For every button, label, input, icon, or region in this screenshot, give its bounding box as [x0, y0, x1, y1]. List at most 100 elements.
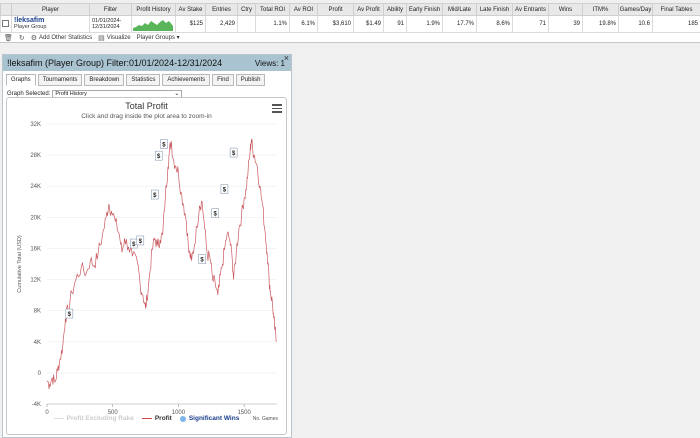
column-header[interactable]: Av ROI: [289, 3, 318, 16]
profit-history-cell[interactable]: [131, 15, 176, 33]
late-finish-cell: 8.6%: [476, 15, 513, 33]
add-stats-label: Add Other Statistics: [39, 34, 93, 41]
legend-label: Profit: [154, 415, 172, 422]
player-groups-label: Player Groups ▾: [136, 35, 180, 41]
refresh-icon[interactable]: ↻: [19, 34, 25, 42]
column-header[interactable]: Av Profit: [353, 3, 384, 16]
column-header[interactable]: Profit History: [131, 3, 176, 16]
av-roi-cell: 6.1%: [289, 15, 318, 33]
legend-label: Significant Wins: [188, 415, 240, 422]
legend-line: [53, 417, 64, 420]
column-header[interactable]: Av Entrants: [512, 3, 549, 16]
close-icon[interactable]: ×: [284, 53, 289, 63]
table-row[interactable]: !leksafim Player Group 01/01/2024- 12/31…: [0, 15, 700, 33]
y-axis-label: Cumulative Total (USD): [17, 235, 23, 293]
player-group: Player Group: [14, 24, 47, 30]
y-tick-label: 8K: [34, 309, 41, 315]
column-header[interactable]: Ability: [383, 3, 407, 16]
column-header[interactable]: Late Finish: [476, 3, 513, 16]
tab-tournaments[interactable]: Tournaments: [37, 74, 83, 86]
panel-tabs: Graphs Tournaments Breakdown Statistics Achi…: [3, 71, 291, 87]
entries-cell: 2,429: [205, 15, 238, 33]
y-tick-label: -4K: [32, 402, 41, 408]
x-axis-label: No. Games: [252, 416, 278, 422]
column-header[interactable]: ITM%: [582, 3, 619, 16]
y-tick-label: 4K: [34, 340, 41, 346]
filter-end: 12/31/2024: [92, 24, 120, 30]
column-header[interactable]: Filter: [89, 3, 132, 16]
player-groups-button[interactable]: Player Groups ▾: [137, 34, 180, 41]
mid-late-cell: 17.7%: [442, 15, 477, 33]
tab-graphs[interactable]: Graphs: [6, 74, 36, 86]
visualize-icon: ▤: [98, 34, 105, 42]
significant-win-marker[interactable]: $: [151, 189, 159, 200]
player-panel: × !leksafim (Player Group) Filter:01/01/…: [2, 53, 292, 438]
table-toolbar: 🗑 ↻ ⚙ Add Other Statistics ▤ Visualize Pla…: [0, 33, 700, 42]
significant-win-marker[interactable]: $: [220, 184, 229, 194]
tab-statistics[interactable]: Statistics: [126, 74, 161, 86]
final-tables-cell: 185: [652, 15, 700, 33]
add-stats-icon: ⚙: [30, 34, 38, 42]
legend-dot: [179, 415, 186, 422]
significant-win-marker[interactable]: $: [160, 139, 168, 149]
ctry-cell: [237, 15, 256, 33]
panel-header: !leksafim (Player Group) Filter:01/01/20…: [3, 55, 291, 71]
legend-label: Profit Excluding Rake: [66, 415, 134, 422]
wins-cell: 39: [548, 15, 583, 33]
column-header[interactable]: Games/Day: [618, 3, 653, 16]
y-tick-label: 28K: [30, 153, 41, 159]
y-tick-label: 32K: [30, 122, 41, 128]
legend-line: [141, 417, 152, 420]
tab-achievements[interactable]: Achievements: [162, 74, 211, 86]
significant-win-marker[interactable]: $: [129, 238, 138, 249]
column-header[interactable]: Entries: [205, 3, 238, 16]
ability-cell: 91: [383, 15, 407, 33]
significant-win-marker[interactable]: $: [65, 308, 74, 319]
legend-item-profit-excl-rake[interactable]: Profit Excluding Rake: [53, 415, 134, 422]
tab-find[interactable]: Find: [212, 74, 234, 86]
column-header[interactable]: Av Stake: [175, 3, 206, 16]
chart-container[interactable]: Total Profit Click and drag inside the p…: [6, 97, 287, 435]
chart-legend: Profit Excluding Rake Profit Significant…: [7, 415, 286, 422]
tab-breakdown[interactable]: Breakdown: [84, 74, 125, 86]
tab-publish[interactable]: Publish: [235, 74, 266, 86]
trash-icon[interactable]: 🗑: [4, 34, 13, 42]
significant-win-marker[interactable]: $: [198, 254, 206, 264]
legend-item-profit[interactable]: Profit: [141, 415, 172, 422]
filter-cell: 01/01/2024- 12/31/2024: [89, 15, 132, 33]
column-header[interactable]: Mid/Late: [442, 3, 477, 16]
column-header[interactable]: Early Finish: [406, 3, 443, 16]
profit-plot[interactable]: -4K04K8K12K16K20K24K28K32K0 500 1000 1500Cu…: [7, 98, 288, 436]
row-checkbox[interactable]: [1, 19, 9, 27]
column-header[interactable]: Final Tables: [652, 3, 700, 16]
profit-cell: $3,610: [317, 15, 354, 33]
early-finish-cell: 1.9%: [406, 15, 443, 33]
chevron-down-icon: ⌄: [174, 91, 180, 97]
series-line-profit[interactable]: [46, 138, 277, 390]
column-header[interactable]: Player: [11, 3, 90, 16]
significant-win-marker[interactable]: $: [211, 208, 219, 218]
visualize-button[interactable]: ▤ Visualize: [98, 34, 131, 42]
panel-title: !leksafim (Player Group) Filter:01/01/20…: [7, 58, 223, 68]
significant-win-marker[interactable]: $: [136, 235, 145, 246]
significant-win-marker[interactable]: $: [154, 150, 163, 161]
legend-item-significant-wins[interactable]: Significant Wins: [179, 415, 240, 422]
itm-cell: 19.8%: [582, 15, 619, 33]
player-name[interactable]: !leksafim: [14, 17, 87, 24]
row-checkbox-cell[interactable]: [0, 15, 12, 33]
column-header[interactable]: [0, 3, 12, 16]
column-header[interactable]: Ctry: [237, 3, 256, 16]
games-day-cell: 10.6: [618, 15, 653, 33]
stats-table: Player Filter Profit History Av Stake Entrie…: [0, 3, 700, 33]
column-header[interactable]: Profit: [317, 3, 354, 16]
add-stats-button[interactable]: ⚙ Add Other Statistics: [31, 34, 92, 42]
table-header-row: Player Filter Profit History Av Stake Entrie…: [0, 3, 700, 16]
profit-history-sparkline[interactable]: [132, 17, 173, 31]
total-roi-cell: 1.1%: [255, 15, 290, 33]
column-header[interactable]: Wins: [548, 3, 583, 16]
y-tick-label: 12K: [30, 278, 41, 284]
av-profit-cell: $1.49: [353, 15, 384, 33]
column-header[interactable]: Total ROI: [255, 3, 290, 16]
player-cell[interactable]: !leksafim Player Group: [11, 15, 90, 33]
significant-win-marker[interactable]: $: [229, 147, 238, 158]
